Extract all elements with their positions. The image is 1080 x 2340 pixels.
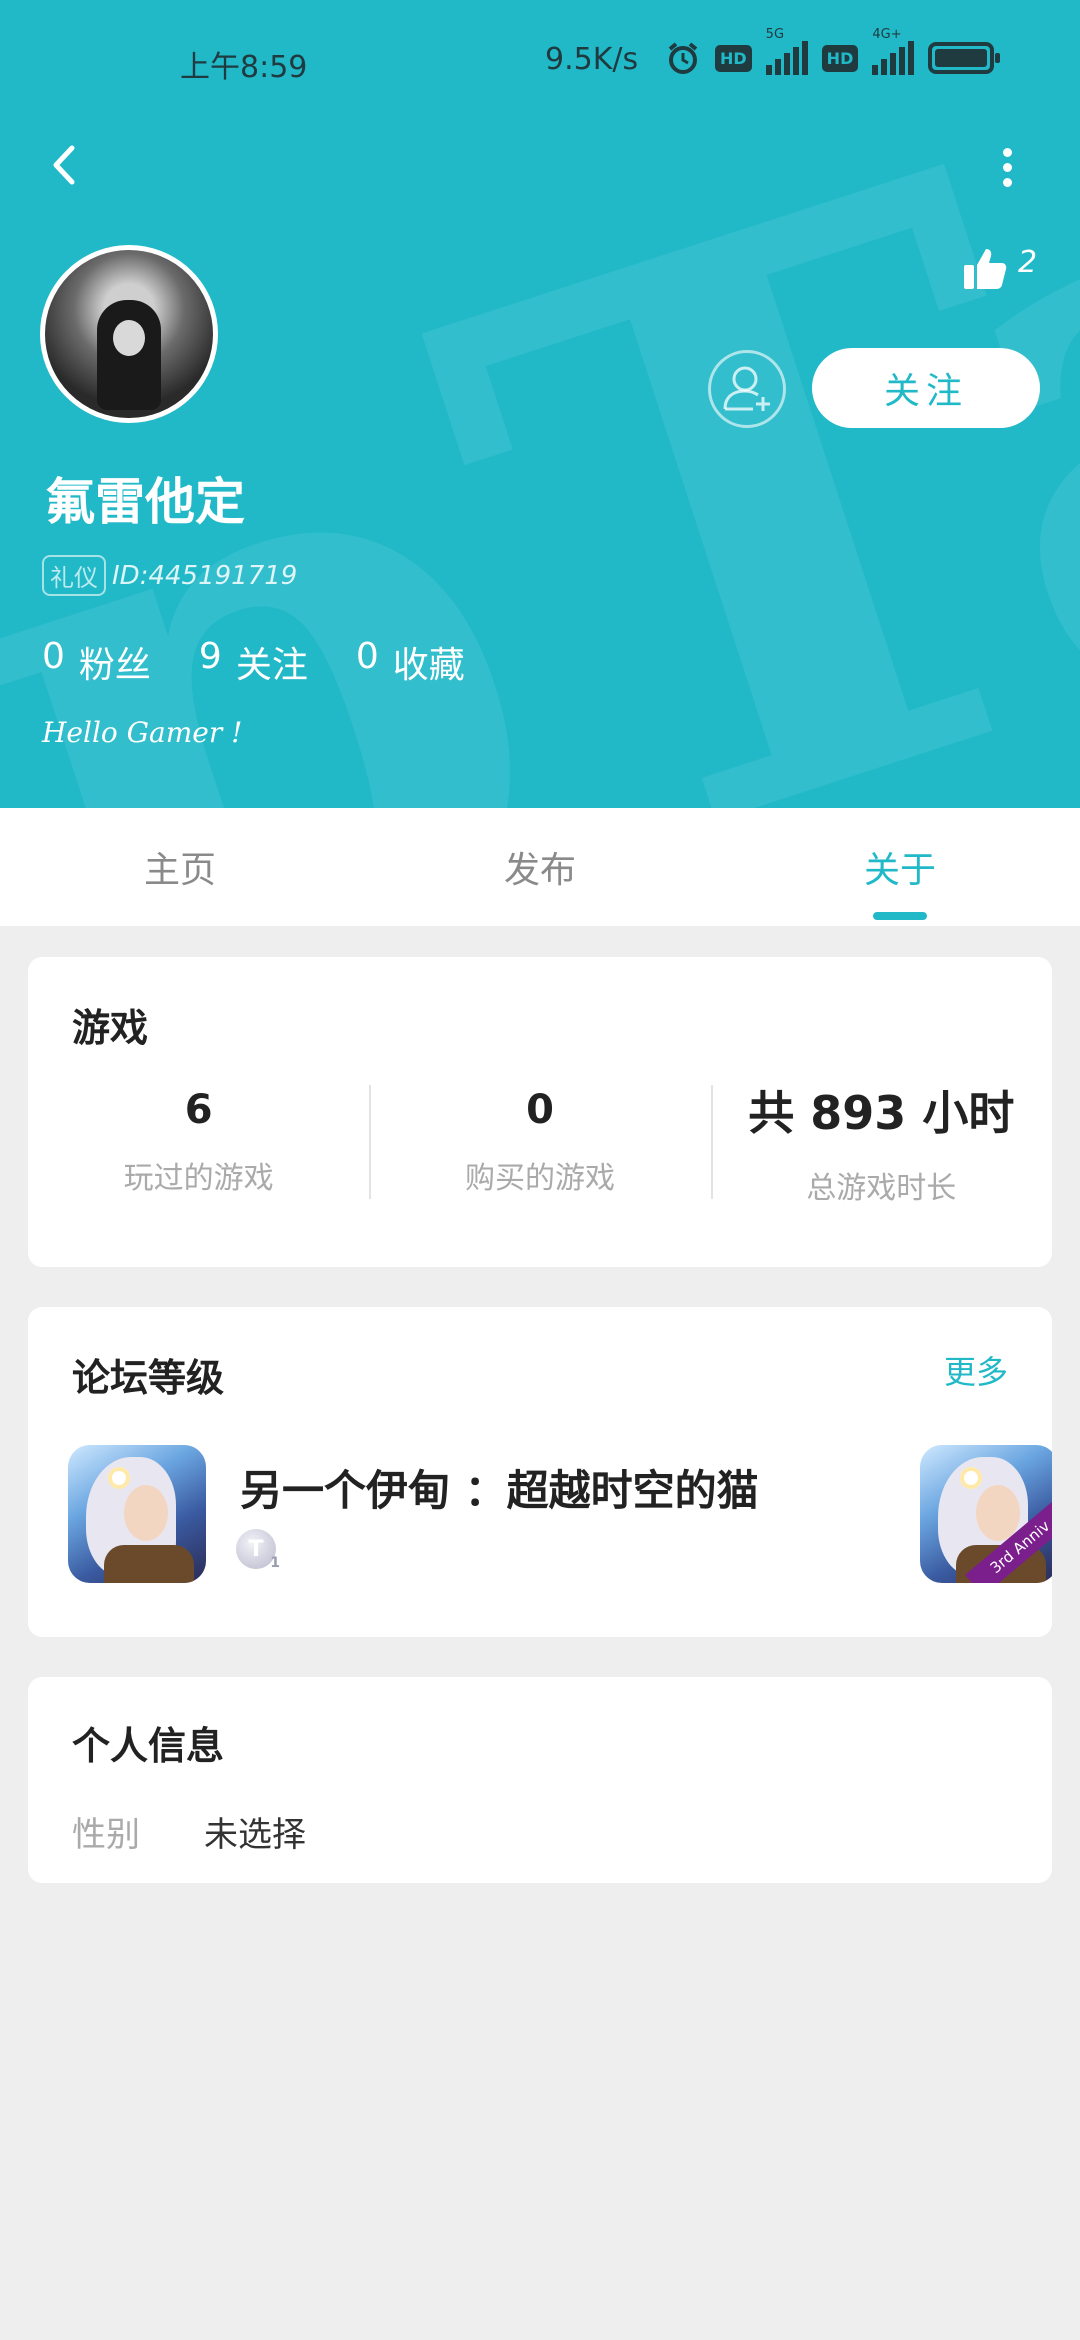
followers-stat[interactable]: 0 粉丝 [42, 636, 151, 688]
personal-info-card: 个人信息 性别 未选择 [28, 1677, 1052, 1883]
game-icon[interactable] [68, 1445, 206, 1583]
forum-level-card: 论坛等级 更多 另一个伊甸 ：超越时空的猫 T 1 3rd Anniv [28, 1307, 1052, 1637]
favorites-label: 收藏 [392, 645, 465, 686]
status-bar: 上午8:59 9.5K/s HD 5G HD 4G+ [0, 0, 1080, 120]
chevron-left-icon[interactable] [40, 140, 90, 190]
tab-about[interactable]: 关于 [720, 808, 1080, 926]
hd-badge: HD [821, 44, 859, 72]
games-stats: 6 玩过的游戏 0 购买的游戏 共 893 小时 总游戏时长 [28, 1077, 1052, 1207]
forum-level-badge: T 1 [236, 1529, 280, 1571]
gender-value: 未选择 [204, 1815, 306, 1855]
profile-stats: 0 粉丝 9 关注 0 收藏 [42, 636, 465, 688]
etiquette-badge[interactable]: 礼仪 [42, 555, 106, 596]
more-vertical-icon[interactable] [995, 142, 1019, 192]
tab-home[interactable]: 主页 [0, 808, 360, 926]
purchased-games-stat[interactable]: 0 购买的游戏 [369, 1077, 710, 1207]
signal-5g: 5G [765, 27, 808, 75]
profile-tabs: 主页 发布 关于 [0, 808, 1080, 926]
played-label: 玩过的游戏 [123, 1161, 274, 1196]
played-games-stat[interactable]: 6 玩过的游戏 [28, 1077, 369, 1207]
games-card: 游戏 6 玩过的游戏 0 购买的游戏 共 893 小时 总游戏时长 [28, 957, 1052, 1267]
signal-4g: 4G+ [872, 27, 915, 75]
battery-icon [928, 42, 1001, 74]
favorites-count: 0 [355, 636, 379, 677]
games-title: 游戏 [72, 1006, 149, 1050]
followers-count: 0 [42, 636, 65, 677]
playtime-value: 共 893 小时 [748, 1086, 1015, 1140]
network-label: 5G [765, 27, 785, 42]
game-name[interactable]: 另一个伊甸 ：超越时空的猫 [240, 1457, 759, 1518]
level-number: 1 [270, 1555, 280, 1571]
likes-count: 2 [1018, 245, 1038, 280]
user-id: ID:445191719 [112, 560, 298, 591]
following-label: 关注 [235, 645, 308, 686]
username: 氟雷他定 [45, 473, 245, 531]
signal-bars-icon [872, 41, 915, 75]
played-count: 6 [184, 1087, 213, 1133]
id-row: 礼仪 ID:445191719 [42, 555, 297, 596]
gender-row: 性别 未选择 [72, 1807, 306, 1856]
gender-label: 性别 [72, 1815, 140, 1855]
follow-button[interactable]: 关注 [812, 348, 1040, 428]
more-link[interactable]: 更多 [944, 1347, 1008, 1393]
status-icons: HD 5G HD 4G+ [665, 27, 1001, 76]
game-icon[interactable]: 3rd Anniv [920, 1445, 1052, 1583]
purchased-label: 购买的游戏 [464, 1161, 615, 1196]
personal-info-title: 个人信息 [72, 1724, 225, 1768]
status-net-speed: 9.5K/s [545, 42, 639, 77]
hd-badge: HD [715, 44, 752, 72]
signal-bars-icon [765, 41, 808, 75]
profile-header: pTa 上午8:59 9.5K/s HD 5G HD 4G+ 2 关注 氟雷他定… [0, 0, 1080, 808]
avatar[interactable] [40, 245, 218, 423]
tab-posts[interactable]: 发布 [360, 808, 720, 926]
forum-level-title: 论坛等级 [72, 1356, 225, 1400]
status-time: 上午8:59 [180, 50, 308, 85]
playtime-stat[interactable]: 共 893 小时 总游戏时长 [710, 1077, 1052, 1207]
thumbs-up-icon [964, 249, 1007, 289]
add-friend-button[interactable] [708, 350, 786, 428]
favorites-stat[interactable]: 0 收藏 [356, 636, 465, 688]
level-letter: T [248, 1536, 264, 1562]
network-label: 4G+ [872, 27, 902, 42]
alarm-icon [668, 42, 698, 74]
user-plus-icon [723, 366, 770, 411]
bio: Hello Gamer ! [42, 716, 243, 749]
followers-label: 粉丝 [78, 645, 151, 686]
following-count: 9 [198, 636, 222, 677]
likes[interactable]: 2 [962, 245, 1037, 291]
following-stat[interactable]: 9 关注 [199, 636, 308, 688]
purchased-count: 0 [526, 1087, 554, 1133]
playtime-label: 总游戏时长 [806, 1171, 957, 1206]
